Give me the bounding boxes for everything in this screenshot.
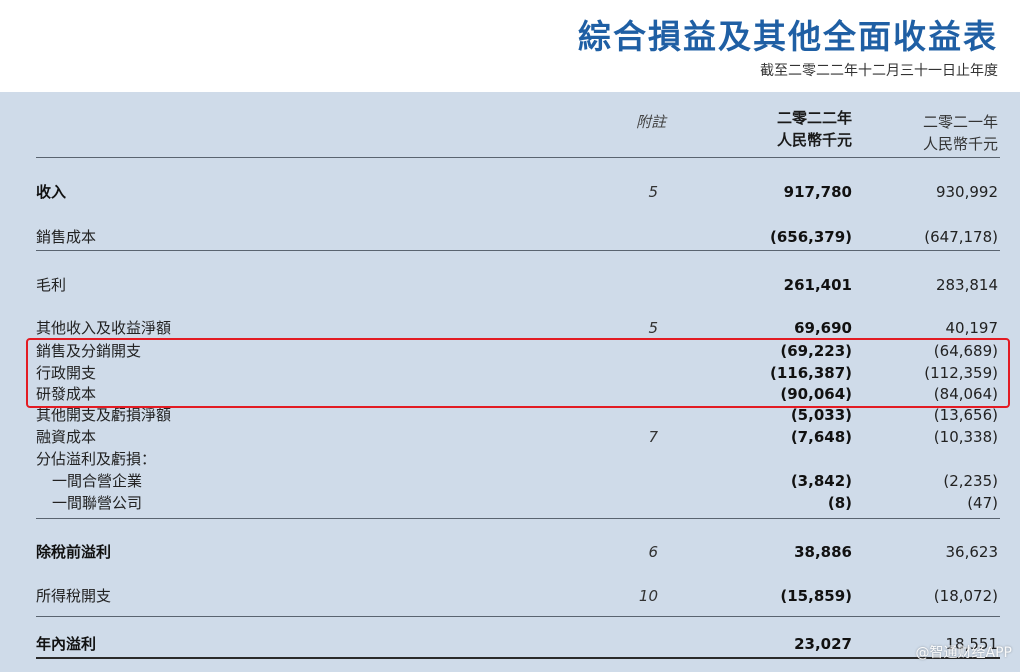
tax-rule: [36, 616, 1000, 617]
row-value-2022: 23,027: [794, 635, 852, 653]
row-value-2021: (647,178): [924, 228, 998, 246]
row-value-2021: (47): [967, 494, 998, 512]
row-label: 毛利: [36, 276, 67, 294]
row-label: 所得稅開支: [36, 587, 112, 605]
table-row: 所得稅開支 10 (15,859) (18,072): [0, 585, 1020, 607]
row-label: 除稅前溢利: [36, 543, 112, 561]
table-row: 除稅前溢利 6 38,886 36,623: [0, 541, 1020, 563]
row-label: 融資成本: [36, 428, 97, 446]
column-header-2022-year: 二零二二年: [776, 109, 852, 127]
row-value-2022: (656,379): [769, 228, 852, 246]
page-header: 綜合損益及其他全面收益表 截至二零二二年十二月三十一日止年度: [0, 0, 1020, 92]
header-rule: [36, 157, 1000, 158]
table-row: 收入 5 917,780 930,992: [0, 181, 1020, 203]
row-value-2022: 69,690: [794, 319, 852, 337]
row-value-2021: 40,197: [945, 319, 999, 337]
statement-title: 綜合損益及其他全面收益表: [578, 17, 998, 56]
row-note: 5: [648, 183, 658, 201]
column-header-note: 附註: [635, 113, 666, 131]
column-header-2021-year: 二零二一年: [922, 113, 998, 131]
row-value-2022: 261,401: [783, 276, 852, 294]
row-value-2022: (3,842): [790, 472, 852, 490]
row-label: 一間聯營公司: [52, 494, 143, 512]
table-row: 一間聯營公司 (8) (47): [0, 492, 1020, 514]
row-value-2021: (2,235): [943, 472, 998, 490]
row-label: 收入: [36, 183, 67, 201]
row-label: 分佔溢利及虧損：: [36, 450, 157, 468]
row-value-2022: (7,648): [790, 428, 852, 446]
row-value-2021: (18,072): [933, 587, 998, 605]
table-row: 一間合營企業 (3,842) (2,235): [0, 470, 1020, 492]
row-note: 7: [648, 428, 658, 446]
row-note: 5: [648, 319, 658, 337]
row-value-2021: 36,623: [945, 543, 999, 561]
pretax-rule: [36, 518, 1000, 519]
row-label: 其他收入及收益淨額: [36, 319, 172, 337]
row-note: 6: [648, 543, 658, 561]
row-value-2022: (15,859): [780, 587, 852, 605]
table-row: 其他收入及收益淨額 5 69,690 40,197: [0, 317, 1020, 339]
watermark-text: @智通财经APP: [915, 645, 1012, 661]
row-label: 年內溢利: [36, 635, 97, 653]
row-value-2022: 38,886: [794, 543, 852, 561]
total-rule: [36, 657, 1000, 659]
gross-profit-rule: [36, 250, 1000, 251]
statement-period: 截至二零二二年十二月三十一日止年度: [760, 63, 998, 79]
row-value-2021: 283,814: [935, 276, 998, 294]
table-row: 銷售成本 (656,379) (647,178): [0, 226, 1020, 248]
row-value-2021: 930,992: [935, 183, 998, 201]
table-row: 年內溢利 23,027 18,551: [0, 633, 1020, 655]
row-note: 10: [638, 587, 658, 605]
row-value-2022: 917,780: [783, 183, 852, 201]
row-value-2022: (8): [827, 494, 852, 512]
table-row: 融資成本 7 (7,648) (10,338): [0, 426, 1020, 448]
highlight-box: [26, 338, 1010, 408]
row-label: 一間合營企業: [52, 472, 143, 490]
table-row: 分佔溢利及虧損：: [0, 448, 1020, 470]
column-header-2022-currency: 人民幣千元: [776, 131, 852, 149]
row-label: 銷售成本: [36, 228, 97, 246]
row-value-2021: (10,338): [933, 428, 998, 446]
column-header-2021-currency: 人民幣千元: [922, 135, 998, 153]
table-row: 毛利 261,401 283,814: [0, 274, 1020, 296]
